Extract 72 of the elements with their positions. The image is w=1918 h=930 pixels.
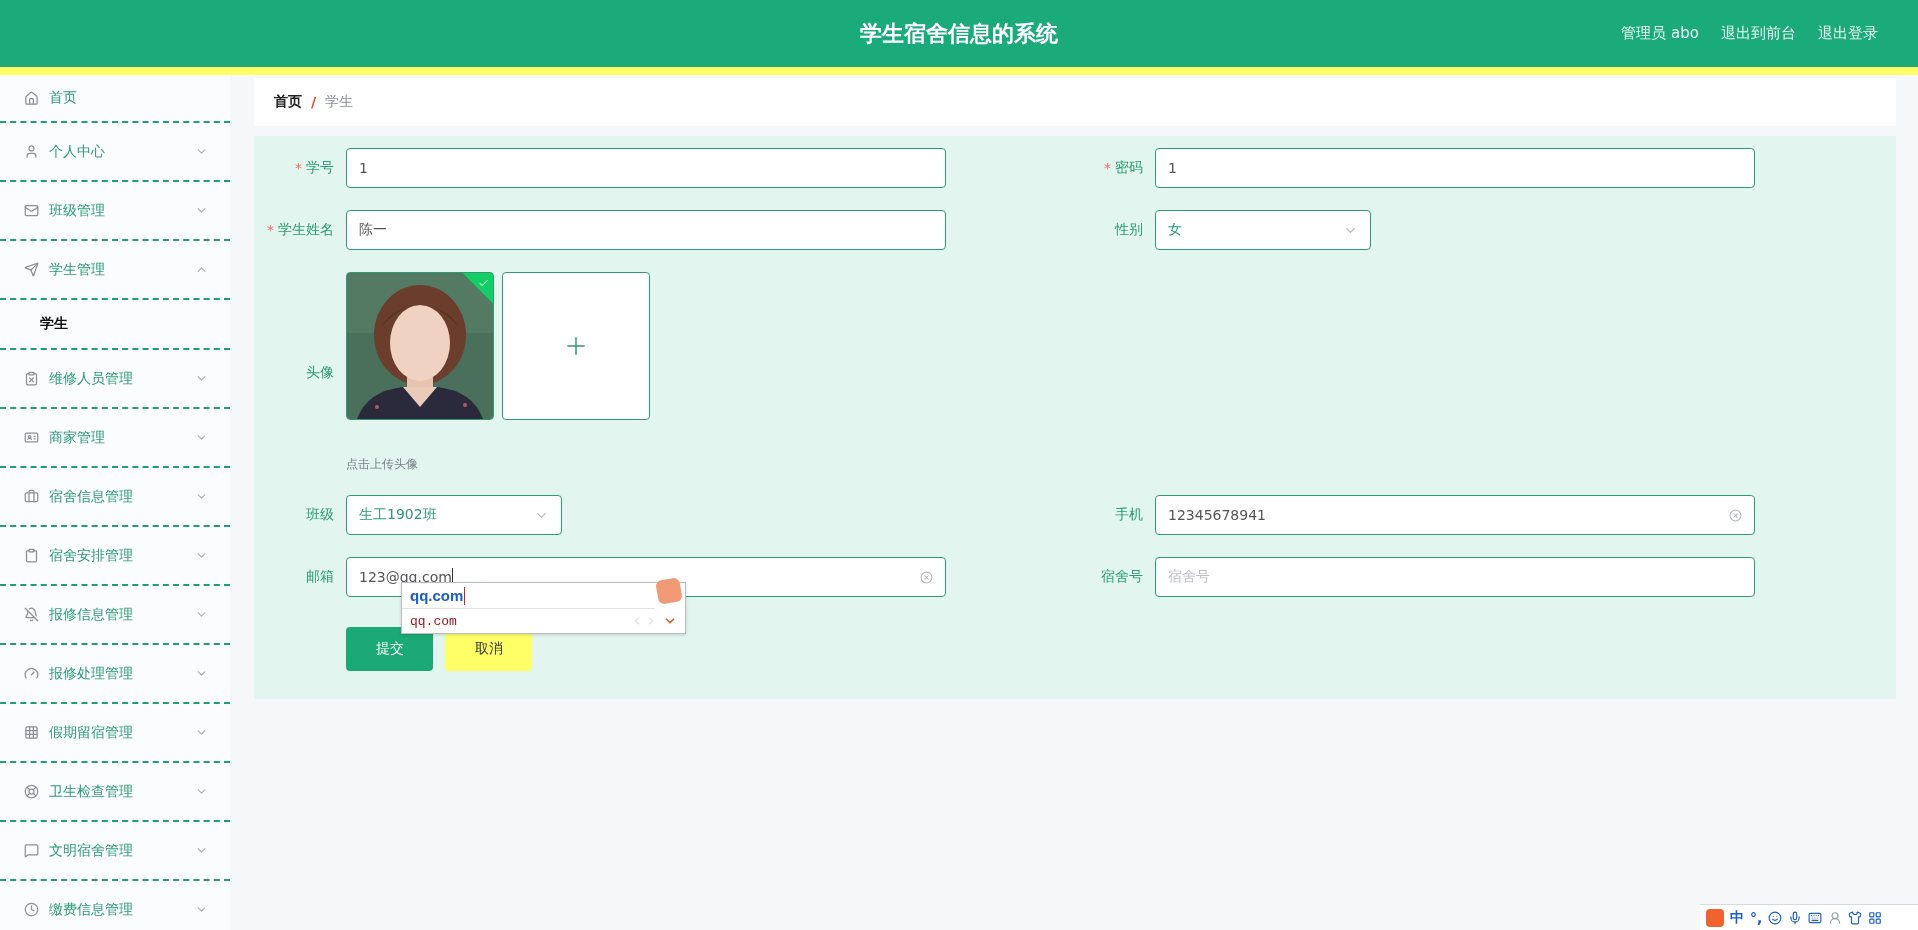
bell-off-icon: [24, 607, 39, 622]
smile-icon[interactable]: [1768, 910, 1783, 925]
ime-toolbar-item[interactable]: °,: [1750, 909, 1763, 926]
user-icon: [24, 144, 39, 159]
field-label: 学号: [306, 159, 334, 177]
input-field[interactable]: 1: [1155, 148, 1755, 188]
input-field[interactable]: 1: [346, 148, 946, 188]
field-label: 手机: [1115, 506, 1143, 524]
grid-icon[interactable]: [1868, 910, 1883, 925]
required-mark: *: [1104, 160, 1111, 176]
ime-candidate[interactable]: qq.com: [410, 613, 629, 629]
sidebar-item[interactable]: 维修人员管理: [0, 350, 230, 409]
sidebar-item[interactable]: 商家管理: [0, 409, 230, 468]
breadcrumb-link[interactable]: 首页: [274, 93, 302, 111]
upload-tile[interactable]: [502, 272, 650, 420]
sidebar-item[interactable]: 学生管理: [0, 241, 230, 300]
ime-toolbar-item[interactable]: 中: [1730, 908, 1744, 927]
id-card-icon: [24, 430, 39, 445]
field-label: 宿舍号: [1101, 568, 1143, 586]
clipboard-icon: [24, 548, 39, 563]
field-label: 性别: [1115, 221, 1143, 239]
field-label: 邮箱: [306, 568, 334, 586]
sidebar-item[interactable]: 宿舍安排管理: [0, 527, 230, 586]
envelope-icon: [24, 203, 39, 218]
clock-icon: [24, 902, 39, 917]
input-field[interactable]: 宿舍号: [1155, 557, 1755, 597]
select-field[interactable]: 生工1902班: [346, 495, 562, 535]
header-link[interactable]: 退出登录: [1818, 24, 1878, 43]
header-link[interactable]: 退出到前台: [1721, 24, 1796, 43]
grid-icon: [24, 725, 39, 740]
upload-hint: 点击上传头像: [346, 456, 419, 473]
clear-icon[interactable]: [1729, 508, 1742, 522]
keyboard-icon[interactable]: [1808, 910, 1823, 925]
sidebar-item[interactable]: 文明宿舍管理: [0, 822, 230, 881]
navigation-arrow-icon: [24, 262, 39, 277]
field-label: 密码: [1115, 159, 1143, 177]
select-field[interactable]: 女: [1155, 210, 1371, 250]
clipboard-x-icon: [24, 371, 39, 386]
app-title: 学生宿舍信息的系统: [860, 19, 1058, 48]
field-label: 班级: [306, 506, 334, 524]
sidebar-item[interactable]: 缴费信息管理: [0, 881, 230, 930]
field-label: 学生姓名: [278, 221, 334, 239]
sidebar-item[interactable]: 个人中心: [0, 123, 230, 182]
ime-logo-icon: [655, 577, 683, 605]
input-field[interactable]: 12345678941: [1155, 495, 1755, 535]
breadcrumb-link[interactable]: 学生: [325, 93, 354, 111]
user-icon[interactable]: [1828, 910, 1843, 925]
ime-logo-icon[interactable]: [1706, 908, 1724, 927]
breadcrumb-separator: /: [311, 94, 317, 110]
sidebar-item[interactable]: 首页: [0, 75, 230, 123]
input-field[interactable]: 陈一: [346, 210, 946, 250]
sidebar-item[interactable]: 宿舍信息管理: [0, 468, 230, 527]
sidebar-item[interactable]: 假期留宿管理: [0, 704, 230, 763]
sidebar-item[interactable]: 卫生检查管理: [0, 763, 230, 822]
required-mark: *: [267, 222, 274, 238]
ime-composition: qq.com: [410, 587, 464, 604]
submit-button[interactable]: 提交: [346, 627, 433, 671]
shirt-icon[interactable]: [1848, 910, 1863, 925]
home-icon: [24, 90, 39, 106]
clear-icon[interactable]: [920, 570, 933, 584]
lifebuoy-icon: [24, 784, 39, 799]
sidebar-item[interactable]: 报修处理管理: [0, 645, 230, 704]
microphone-icon[interactable]: [1788, 910, 1803, 925]
sidebar-item[interactable]: 班级管理: [0, 182, 230, 241]
user-name: 管理员 abo: [1621, 24, 1699, 43]
required-mark: *: [295, 160, 302, 176]
briefcase-icon: [24, 489, 39, 504]
gauge-icon: [24, 666, 39, 681]
sidebar-subitem[interactable]: 学生: [0, 300, 230, 350]
field-label: 头像: [306, 363, 334, 382]
message-icon: [24, 843, 39, 858]
sidebar-item[interactable]: 报修信息管理: [0, 586, 230, 645]
